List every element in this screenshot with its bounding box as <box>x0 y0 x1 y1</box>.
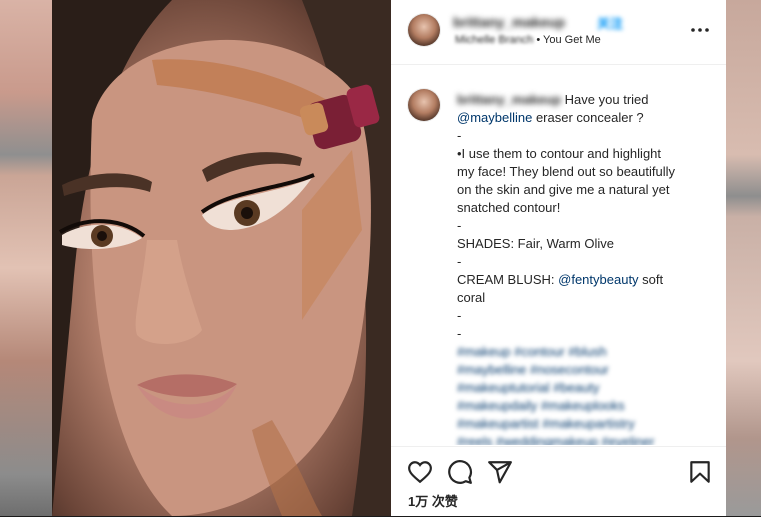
author-username[interactable]: brittany_makeup <box>453 14 593 30</box>
caption-line: - <box>457 218 462 233</box>
caption-avatar[interactable] <box>408 89 440 121</box>
mention-link[interactable]: @fentybeauty <box>558 272 638 287</box>
caption-line: coral <box>457 290 486 305</box>
audio-artist: Michelle Branch <box>455 34 534 46</box>
hashtag-link[interactable]: #makeupdaily #makeuplooks <box>457 397 707 415</box>
caption-line: SHADES: Fair, Warm Olive <box>457 236 614 251</box>
author-avatar[interactable] <box>408 14 440 46</box>
post-video-frame <box>52 0 391 516</box>
caption-line: soft <box>638 272 664 287</box>
caption-scroll-area[interactable]: brittany_makeup Have you tried @maybelli… <box>391 65 726 445</box>
audio-separator: • <box>536 34 541 46</box>
next-post-preview[interactable] <box>726 0 761 516</box>
comment-icon[interactable] <box>447 459 473 485</box>
caption-line: on the skin and give me a natural yet <box>457 182 670 197</box>
follow-button[interactable]: 关注 <box>597 13 623 32</box>
hashtag-link[interactable]: #makeuptutorial #beauty <box>457 379 707 397</box>
hashtag-link[interactable]: #reels #weddingmakeup #eyeliner <box>457 433 707 445</box>
hashtag-link[interactable]: #maybelline #nosecontour <box>457 361 707 379</box>
post-header: brittany_makeup 关注 Michelle Branch • You… <box>391 0 726 65</box>
hashtag-link[interactable]: #makeupartist #makeupartistry <box>457 415 707 433</box>
post-side-panel: brittany_makeup 关注 Michelle Branch • You… <box>391 0 726 516</box>
caption-line: - <box>457 254 462 269</box>
caption-line: Have you tried <box>564 92 649 107</box>
audio-title: You Get Me <box>543 34 601 46</box>
likes-count[interactable]: 1万 次赞 <box>408 491 458 510</box>
mention-link[interactable]: @maybelline <box>457 110 532 125</box>
audio-info[interactable]: Michelle Branch • You Get Me <box>455 34 601 46</box>
more-options-icon[interactable] <box>689 22 711 38</box>
caption-text: brittany_makeup Have you tried @maybelli… <box>457 91 707 445</box>
bookmark-icon[interactable] <box>687 459 713 485</box>
caption-line: - <box>457 308 462 323</box>
send-icon[interactable] <box>487 459 513 485</box>
caption-line: CREAM BLUSH: <box>457 272 559 287</box>
post-video[interactable] <box>52 0 391 516</box>
caption-line: my face! They blend out so beautifully <box>457 164 675 179</box>
previous-post-preview[interactable] <box>0 0 52 516</box>
caption-line: - <box>457 326 462 341</box>
hashtag-link[interactable]: #makeup #contour #blush <box>457 343 707 361</box>
caption-line: snatched contour! <box>457 200 561 215</box>
caption-line: •I use them to contour and highlight <box>457 146 662 161</box>
post-actions-bar: 1万 次赞 <box>391 446 726 517</box>
caption-line: - <box>457 128 462 143</box>
heart-icon[interactable] <box>407 459 433 485</box>
caption-username[interactable]: brittany_makeup <box>457 92 561 107</box>
caption-line: eraser concealer ? <box>532 110 644 125</box>
